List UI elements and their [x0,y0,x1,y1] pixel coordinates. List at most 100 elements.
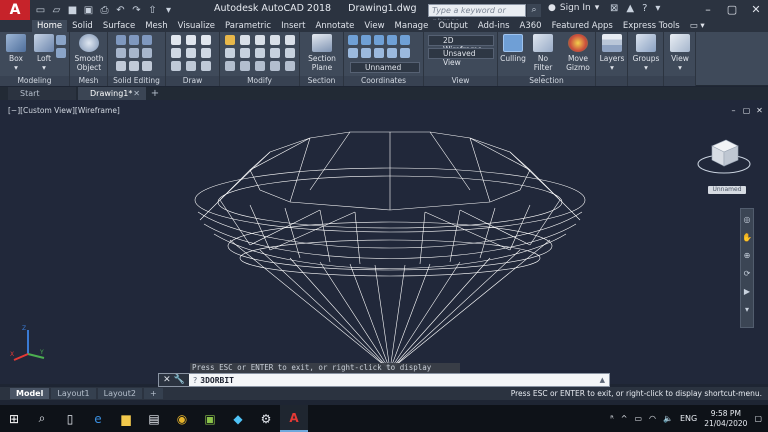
panel-title-modeling[interactable]: Modeling [0,76,69,86]
explode-icon[interactable] [240,61,250,71]
ucs-origin-icon[interactable] [374,35,384,45]
exchange-icon[interactable]: ⊠ [610,3,618,14]
application-menu-button[interactable]: A [0,0,30,20]
panel-title-draw[interactable]: Draw [166,76,219,86]
orbit-icon[interactable]: ⟳ [741,267,753,281]
ellipse-icon[interactable] [201,48,211,58]
tab-mesh[interactable]: Mesh [140,20,172,32]
panel-title-solid-editing[interactable]: Solid Editing [108,76,165,86]
tab-manage[interactable]: Manage [390,20,434,32]
network-icon[interactable]: ◠ [649,414,656,423]
open-icon[interactable]: ▱ [50,4,63,17]
panel-title-layers[interactable] [596,76,627,86]
ucs-z-icon[interactable] [374,48,384,58]
subtract-icon[interactable] [129,35,139,45]
slice-icon[interactable] [116,48,126,58]
plot-icon[interactable]: ⎙ [98,4,111,17]
new-layout-button[interactable]: + [143,388,163,399]
chrome-icon[interactable]: ◉ [168,405,196,432]
offset-icon[interactable] [285,48,295,58]
ucs-name-dropdown[interactable]: Unnamed [708,186,746,194]
shell-icon[interactable] [142,61,152,71]
drawing-viewport[interactable]: [−][Custom View][Wireframe] – ▢ ✕ Unname… [0,100,768,384]
hatch-icon[interactable] [201,61,211,71]
tab-solid[interactable]: Solid [67,20,98,32]
ucs-icon[interactable] [348,35,358,45]
interfere-icon[interactable] [142,48,152,58]
tab-parametric[interactable]: Parametric [220,20,276,32]
tab-output[interactable]: Output [433,20,473,32]
scale-icon[interactable] [255,48,265,58]
windows-start-icon[interactable]: ⊞ [0,405,28,432]
chevron-up-icon[interactable]: ^ [621,414,628,423]
layers-button[interactable]: Layers ▾ [598,34,626,72]
extract-edges-icon[interactable] [116,61,126,71]
panel-title-selection[interactable]: Selection [498,76,595,86]
task-view-icon[interactable]: ▯ [56,405,84,432]
mirror-icon[interactable] [270,35,280,45]
language-indicator[interactable]: ENG [680,414,697,423]
view-dropdown[interactable]: Unsaved View [428,48,494,67]
app-icon[interactable]: ◆ [224,405,252,432]
zoom-icon[interactable]: ⊕ [741,249,753,263]
fillet-icon[interactable] [240,48,250,58]
tab-a360[interactable]: A360 [515,20,547,32]
ucs-3point-icon[interactable] [400,35,410,45]
save-icon[interactable]: ■ [66,4,79,17]
view-button[interactable]: View ▾ [666,34,694,72]
minimize-button[interactable]: – [696,0,720,20]
tab-visualize[interactable]: Visualize [173,20,220,32]
visual-style-dropdown[interactable]: 2D Wireframe [428,35,494,54]
viewport-minimize-icon[interactable]: – [729,106,738,115]
pan-icon[interactable]: ✋ [741,231,753,245]
clock[interactable]: 9:58 PM 21/04/2020 [704,409,747,429]
move-gizmo-button[interactable]: Move Gizmo [564,34,592,72]
align-icon[interactable] [225,61,235,71]
close-button[interactable]: ✕ [744,0,768,20]
redo-icon[interactable]: ↷ [130,4,143,17]
edge-icon[interactable]: e [84,405,112,432]
tab-insert[interactable]: Insert [276,20,310,32]
panel-title-section[interactable]: Section [300,76,343,86]
panel-title-coordinates[interactable]: Coordinates [344,76,423,86]
line-icon[interactable] [171,35,181,45]
search-input[interactable]: Type a keyword or phrase [428,4,526,26]
new-tab-button[interactable]: + [148,87,162,100]
search-icon[interactable]: ⌕ [527,4,541,17]
viewport-controls-label[interactable]: [−][Custom View][Wireframe] [8,106,120,115]
layout-tab-model[interactable]: Model [10,388,50,399]
command-input[interactable]: 3DORBIT [200,376,234,385]
panel-title-view-extra[interactable] [664,76,695,86]
panel-title-mesh[interactable]: Mesh [70,76,107,86]
signin-button[interactable]: ● Sign In ▾ [548,3,599,13]
ucs-object-icon[interactable] [400,48,410,58]
file-tab-start[interactable]: Start [8,87,76,100]
undo-icon[interactable]: ↶ [114,4,127,17]
tab-surface[interactable]: Surface [98,20,140,32]
loft-button[interactable]: Loft ▾ [34,34,54,72]
ribbon-minimize-icon[interactable]: ▭ ▾ [685,20,710,32]
union-icon[interactable] [116,35,126,45]
named-ucs-dropdown[interactable]: Unnamed [350,62,420,73]
steering-wheel-icon[interactable]: ◎ [741,213,753,227]
close-icon[interactable]: ✕ [163,374,171,386]
ucs-view-icon[interactable] [387,48,397,58]
no-filter-button[interactable]: No Filter ▾ [530,34,556,81]
viewport-close-icon[interactable]: ✕ [755,106,764,115]
save-as-icon[interactable]: ▣ [82,4,95,17]
ucs-x-icon[interactable] [348,48,358,58]
ucs-zaxis-icon[interactable] [387,35,397,45]
culling-button[interactable]: Culling [500,34,526,63]
tab-view[interactable]: View [359,20,389,32]
qat-dropdown-icon[interactable]: ▾ [162,4,175,17]
arc-icon[interactable] [171,48,181,58]
volume-icon[interactable]: 🔈 [663,414,673,423]
file-tab-drawing1[interactable]: Drawing1* ✕ [78,87,146,100]
tab-home[interactable]: Home [32,20,68,32]
spline-icon[interactable] [186,48,196,58]
section-plane-button[interactable]: Section Plane [304,34,340,72]
move-icon[interactable] [225,35,235,45]
array-icon[interactable] [285,35,295,45]
thicken-icon[interactable] [129,48,139,58]
notifications-icon[interactable]: ▢ [754,414,762,423]
